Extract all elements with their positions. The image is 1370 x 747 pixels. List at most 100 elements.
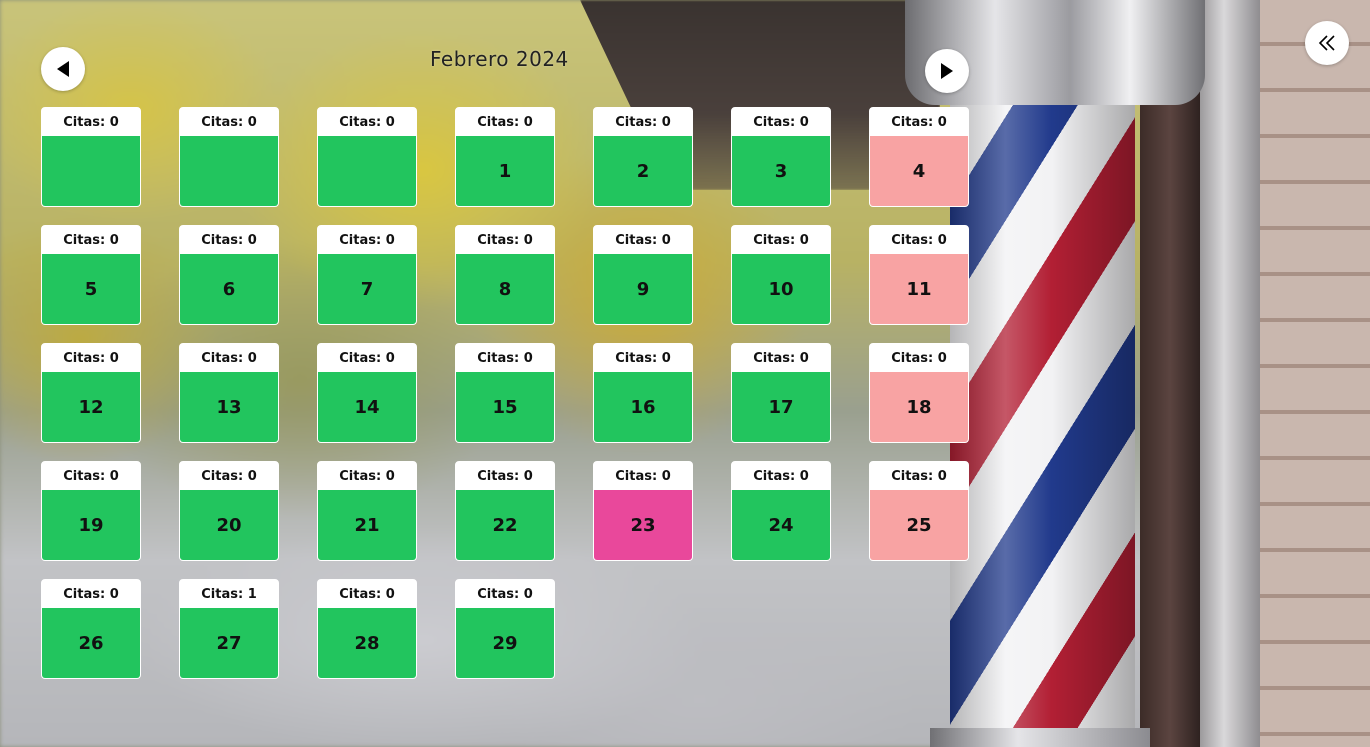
calendar-day-cell[interactable]: Citas: 09: [593, 225, 693, 325]
day-number: 13: [180, 372, 278, 442]
month-title: Febrero 2024: [430, 47, 569, 71]
day-number: 3: [732, 136, 830, 206]
appointment-count: Citas: 0: [42, 108, 140, 136]
appointment-count: Citas: 0: [180, 344, 278, 372]
appointment-count: Citas: 0: [456, 344, 554, 372]
appointment-count: Citas: 0: [870, 108, 968, 136]
calendar-day-cell[interactable]: Citas: 0 12: [41, 343, 141, 443]
appointment-count: Citas: 0: [42, 580, 140, 608]
calendar-day-cell[interactable]: Citas: 05: [41, 225, 141, 325]
next-month-button[interactable]: [925, 49, 969, 93]
appointment-count: Citas: 0: [318, 226, 416, 254]
appointment-count: Citas: 0: [594, 462, 692, 490]
calendar-day-cell[interactable]: Citas: 0 24: [731, 461, 831, 561]
calendar-day-cell[interactable]: Citas: 0 11: [869, 225, 969, 325]
calendar-day-cell[interactable]: Citas: 0: [317, 107, 417, 207]
appointment-count: Citas: 0: [870, 344, 968, 372]
calendar-day-cell[interactable]: Citas: 0 18: [869, 343, 969, 443]
appointment-count: Citas: 0: [456, 462, 554, 490]
appointment-count: Citas: 0: [456, 226, 554, 254]
day-number: 11: [870, 254, 968, 324]
calendar-day-cell[interactable]: Citas: 0 15: [455, 343, 555, 443]
appointment-count: Citas: 0: [594, 344, 692, 372]
calendar-day-cell[interactable]: Citas: 08: [455, 225, 555, 325]
calendar-day-cell[interactable]: Citas: 01: [455, 107, 555, 207]
appointment-count: Citas: 0: [870, 462, 968, 490]
day-number: 22: [456, 490, 554, 560]
calendar-day-cell[interactable]: Citas: 0 23: [593, 461, 693, 561]
day-number: 26: [42, 608, 140, 678]
day-number: 7: [318, 254, 416, 324]
appointment-count: Citas: 0: [180, 108, 278, 136]
appointment-count: Citas: 0: [732, 108, 830, 136]
triangle-left-icon: [55, 60, 71, 78]
appointment-count: Citas: 0: [456, 580, 554, 608]
calendar-day-cell[interactable]: Citas: 07: [317, 225, 417, 325]
appointment-count: Citas: 1: [180, 580, 278, 608]
appointment-count: Citas: 0: [732, 462, 830, 490]
calendar-day-cell[interactable]: Citas: 0: [179, 107, 279, 207]
appointment-count: Citas: 0: [732, 226, 830, 254]
day-number: 15: [456, 372, 554, 442]
day-number: 27: [180, 608, 278, 678]
calendar-day-cell[interactable]: Citas: 0 17: [731, 343, 831, 443]
calendar-day-cell[interactable]: Citas: 0 13: [179, 343, 279, 443]
barber-pole-shade: [950, 100, 1135, 740]
calendar-day-cell[interactable]: Citas: 0 26: [41, 579, 141, 679]
appointment-count: Citas: 0: [180, 462, 278, 490]
appointment-count: Citas: 0: [42, 226, 140, 254]
day-number: 20: [180, 490, 278, 560]
day-number: 29: [456, 608, 554, 678]
day-number: 10: [732, 254, 830, 324]
day-number: 2: [594, 136, 692, 206]
calendar-day-cell[interactable]: Citas: 0: [41, 107, 141, 207]
calendar-day-cell[interactable]: Citas: 0 29: [455, 579, 555, 679]
day-number: [318, 136, 416, 206]
appointment-count: Citas: 0: [180, 226, 278, 254]
background-wall-post: [1200, 0, 1260, 747]
calendar-day-cell[interactable]: Citas: 04: [869, 107, 969, 207]
calendar-day-cell[interactable]: Citas: 0 28: [317, 579, 417, 679]
calendar-day-cell[interactable]: Citas: 06: [179, 225, 279, 325]
day-number: 21: [318, 490, 416, 560]
prev-month-button[interactable]: [41, 47, 85, 91]
appointment-count: Citas: 0: [318, 108, 416, 136]
back-button[interactable]: [1305, 21, 1349, 65]
day-number: 9: [594, 254, 692, 324]
day-number: 25: [870, 490, 968, 560]
day-number: [42, 136, 140, 206]
day-number: 19: [42, 490, 140, 560]
day-number: 24: [732, 490, 830, 560]
day-number: 8: [456, 254, 554, 324]
background-pole-back: [1140, 60, 1200, 747]
barber-pole-base: [930, 728, 1150, 747]
calendar-day-cell[interactable]: Citas: 0 10: [731, 225, 831, 325]
calendar-day-cell[interactable]: Citas: 0 20: [179, 461, 279, 561]
calendar-day-cell[interactable]: Citas: 0 14: [317, 343, 417, 443]
day-number: 1: [456, 136, 554, 206]
calendar-day-cell[interactable]: Citas: 02: [593, 107, 693, 207]
day-number: 14: [318, 372, 416, 442]
appointment-count: Citas: 0: [42, 344, 140, 372]
day-number: 23: [594, 490, 692, 560]
day-number: 17: [732, 372, 830, 442]
appointment-count: Citas: 0: [318, 580, 416, 608]
calendar-day-cell[interactable]: Citas: 0 16: [593, 343, 693, 443]
triangle-right-icon: [939, 62, 955, 80]
appointment-count: Citas: 0: [594, 226, 692, 254]
calendar-day-cell[interactable]: Citas: 0 21: [317, 461, 417, 561]
day-number: 4: [870, 136, 968, 206]
calendar-page: Febrero 2024 Citas: 0 Citas: 0 Citas: 0 Cit…: [0, 0, 1370, 747]
calendar-day-cell[interactable]: Citas: 0 19: [41, 461, 141, 561]
appointment-count: Citas: 0: [594, 108, 692, 136]
appointment-count: Citas: 0: [732, 344, 830, 372]
calendar-day-cell[interactable]: Citas: 0 22: [455, 461, 555, 561]
calendar-day-cell[interactable]: Citas: 1 27: [179, 579, 279, 679]
calendar-day-cell[interactable]: Citas: 03: [731, 107, 831, 207]
day-number: [180, 136, 278, 206]
day-number: 5: [42, 254, 140, 324]
calendar-day-cell[interactable]: Citas: 0 25: [869, 461, 969, 561]
day-number: 18: [870, 372, 968, 442]
appointment-count: Citas: 0: [870, 226, 968, 254]
day-number: 12: [42, 372, 140, 442]
